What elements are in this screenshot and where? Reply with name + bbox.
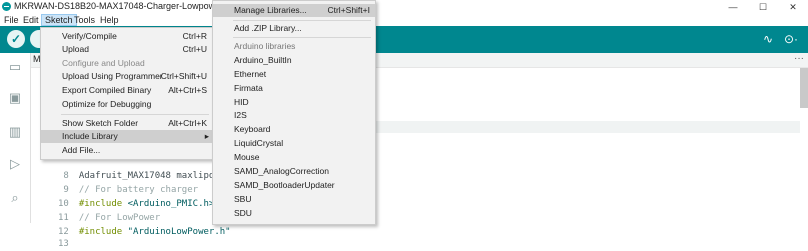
- menu-item-export-binary[interactable]: Export Compiled Binary Alt+Ctrl+S: [41, 84, 213, 97]
- sketch-menu: Verify/Compile Ctrl+R Upload Ctrl+U Conf…: [40, 27, 214, 160]
- menu-item-label: Manage Libraries...: [234, 5, 307, 15]
- menu-section-header: Arduino libraries: [213, 40, 375, 53]
- menu-item-label: Upload Using Programmer: [62, 71, 163, 81]
- menu-item-library[interactable]: Firmata: [213, 82, 375, 95]
- menu-separator: [61, 114, 209, 115]
- menu-item-shortcut: Alt+Ctrl+K: [168, 118, 207, 128]
- menu-item-label: Mouse: [234, 152, 260, 162]
- menu-item-label: Optimize for Debugging: [62, 99, 152, 109]
- code-line[interactable]: 13: [31, 223, 371, 249]
- menu-item-label: Arduino libraries: [234, 41, 296, 51]
- menu-item-optimize-debugging[interactable]: Optimize for Debugging: [41, 98, 213, 111]
- menu-item-label: Export Compiled Binary: [62, 85, 152, 95]
- menu-item-shortcut: Alt+Ctrl+S: [168, 85, 207, 95]
- title-bar: MKRWAN-DS18B20-MAX17048-Charger-Lowpower…: [0, 0, 808, 14]
- menu-item-library[interactable]: SAMD_BootloaderUpdater: [213, 179, 375, 192]
- library-icon[interactable]: ▥: [7, 124, 23, 140]
- menu-item-shortcut: Ctrl+Shift+I: [327, 5, 370, 15]
- menu-item-add-file[interactable]: Add File...: [41, 144, 213, 157]
- search-icon[interactable]: ⌕: [7, 190, 23, 206]
- menu-item-library[interactable]: HID: [213, 96, 375, 109]
- menu-item-label: SAMD_BootloaderUpdater: [234, 180, 335, 190]
- menu-item-library[interactable]: Ethernet: [213, 68, 375, 81]
- check-icon: ✓: [10, 32, 22, 46]
- menu-item-add-zip-library[interactable]: Add .ZIP Library...: [213, 22, 375, 35]
- menu-item-shortcut: Ctrl+U: [182, 44, 207, 54]
- menu-item-library[interactable]: SBU: [213, 193, 375, 206]
- menu-item-library[interactable]: SDU: [213, 207, 375, 220]
- menu-item-label: Firmata: [234, 83, 263, 93]
- menu-item-manage-libraries[interactable]: Manage Libraries... Ctrl+Shift+I: [213, 4, 375, 17]
- minimize-button[interactable]: —: [718, 0, 748, 14]
- menu-item-include-library[interactable]: Include Library ▸: [41, 130, 213, 143]
- chevron-right-icon: ▸: [204, 131, 209, 141]
- maximize-button[interactable]: ☐: [748, 0, 778, 14]
- arduino-logo-icon: [2, 2, 11, 11]
- menu-edit[interactable]: Edit: [20, 14, 42, 26]
- debug-icon[interactable]: ▷: [7, 156, 23, 172]
- menu-item-shortcut: Ctrl+R: [182, 31, 207, 41]
- close-button[interactable]: ✕: [778, 0, 808, 14]
- menu-help[interactable]: Help: [97, 14, 122, 26]
- menu-item-label: Include Library: [62, 131, 118, 141]
- upload-button[interactable]: [30, 30, 40, 48]
- menu-item-label: Add File...: [62, 145, 101, 155]
- menu-file[interactable]: File: [1, 14, 22, 26]
- menu-item-label: I2S: [234, 110, 247, 120]
- menu-tools[interactable]: Tools: [71, 14, 98, 26]
- menu-item-show-sketch-folder[interactable]: Show Sketch Folder Alt+Ctrl+K: [41, 117, 213, 130]
- menu-item-label: Ethernet: [234, 69, 267, 79]
- verify-button[interactable]: ✓: [7, 30, 25, 48]
- menu-item-label: Show Sketch Folder: [62, 118, 139, 128]
- menu-item-library[interactable]: LiquidCrystal: [213, 137, 375, 150]
- current-line-highlight: [375, 121, 800, 133]
- menu-separator: [233, 37, 371, 38]
- menu-item-label: SBU: [234, 194, 252, 204]
- include-library-submenu: Manage Libraries... Ctrl+Shift+I Add .ZI…: [212, 0, 376, 225]
- menu-item-library[interactable]: I2S: [213, 109, 375, 122]
- menu-item-verify-compile[interactable]: Verify/Compile Ctrl+R: [41, 30, 213, 43]
- menu-item-shortcut: Ctrl+Shift+U: [160, 71, 207, 81]
- menu-item-label: Keyboard: [234, 124, 271, 134]
- menu-separator: [233, 20, 371, 21]
- editor-scrollbar[interactable]: [800, 68, 808, 108]
- menu-item-label: Upload: [62, 44, 89, 54]
- menu-item-library[interactable]: Keyboard: [213, 123, 375, 136]
- menu-item-label: HID: [234, 97, 249, 107]
- folder-icon[interactable]: ▭: [7, 59, 23, 75]
- menu-bar: File Edit Sketch Tools Help: [0, 14, 808, 26]
- board-icon[interactable]: ▣: [7, 90, 23, 106]
- tab-sketch[interactable]: M: [33, 54, 41, 66]
- magnifier-icon[interactable]: ⊙·: [784, 32, 798, 46]
- menu-item-label: Add .ZIP Library...: [234, 23, 302, 33]
- menu-item-label: SDU: [234, 208, 252, 218]
- menu-item-library[interactable]: SAMD_AnalogCorrection: [213, 165, 375, 178]
- more-tabs-button[interactable]: ···: [794, 53, 804, 64]
- window-controls: — ☐ ✕: [718, 0, 808, 14]
- menu-item-label: Arduino_BuiltIn: [234, 55, 292, 65]
- menu-item-library[interactable]: Mouse: [213, 151, 375, 164]
- pulse-icon[interactable]: ∿: [763, 32, 773, 46]
- menu-item-configure-upload[interactable]: Configure and Upload: [41, 57, 213, 70]
- menu-item-label: LiquidCrystal: [234, 138, 284, 148]
- menu-item-label: Configure and Upload: [62, 58, 145, 68]
- menu-item-library[interactable]: Arduino_BuiltIn: [213, 54, 375, 67]
- menu-item-upload-programmer[interactable]: Upload Using Programmer Ctrl+Shift+U: [41, 70, 213, 83]
- line-number: 13: [58, 239, 69, 249]
- menu-item-label: Verify/Compile: [62, 31, 117, 41]
- menu-item-upload[interactable]: Upload Ctrl+U: [41, 43, 213, 56]
- menu-item-label: SAMD_AnalogCorrection: [234, 166, 329, 176]
- sidebar: ▭ ▣ ▥ ▷ ⌕: [0, 53, 31, 223]
